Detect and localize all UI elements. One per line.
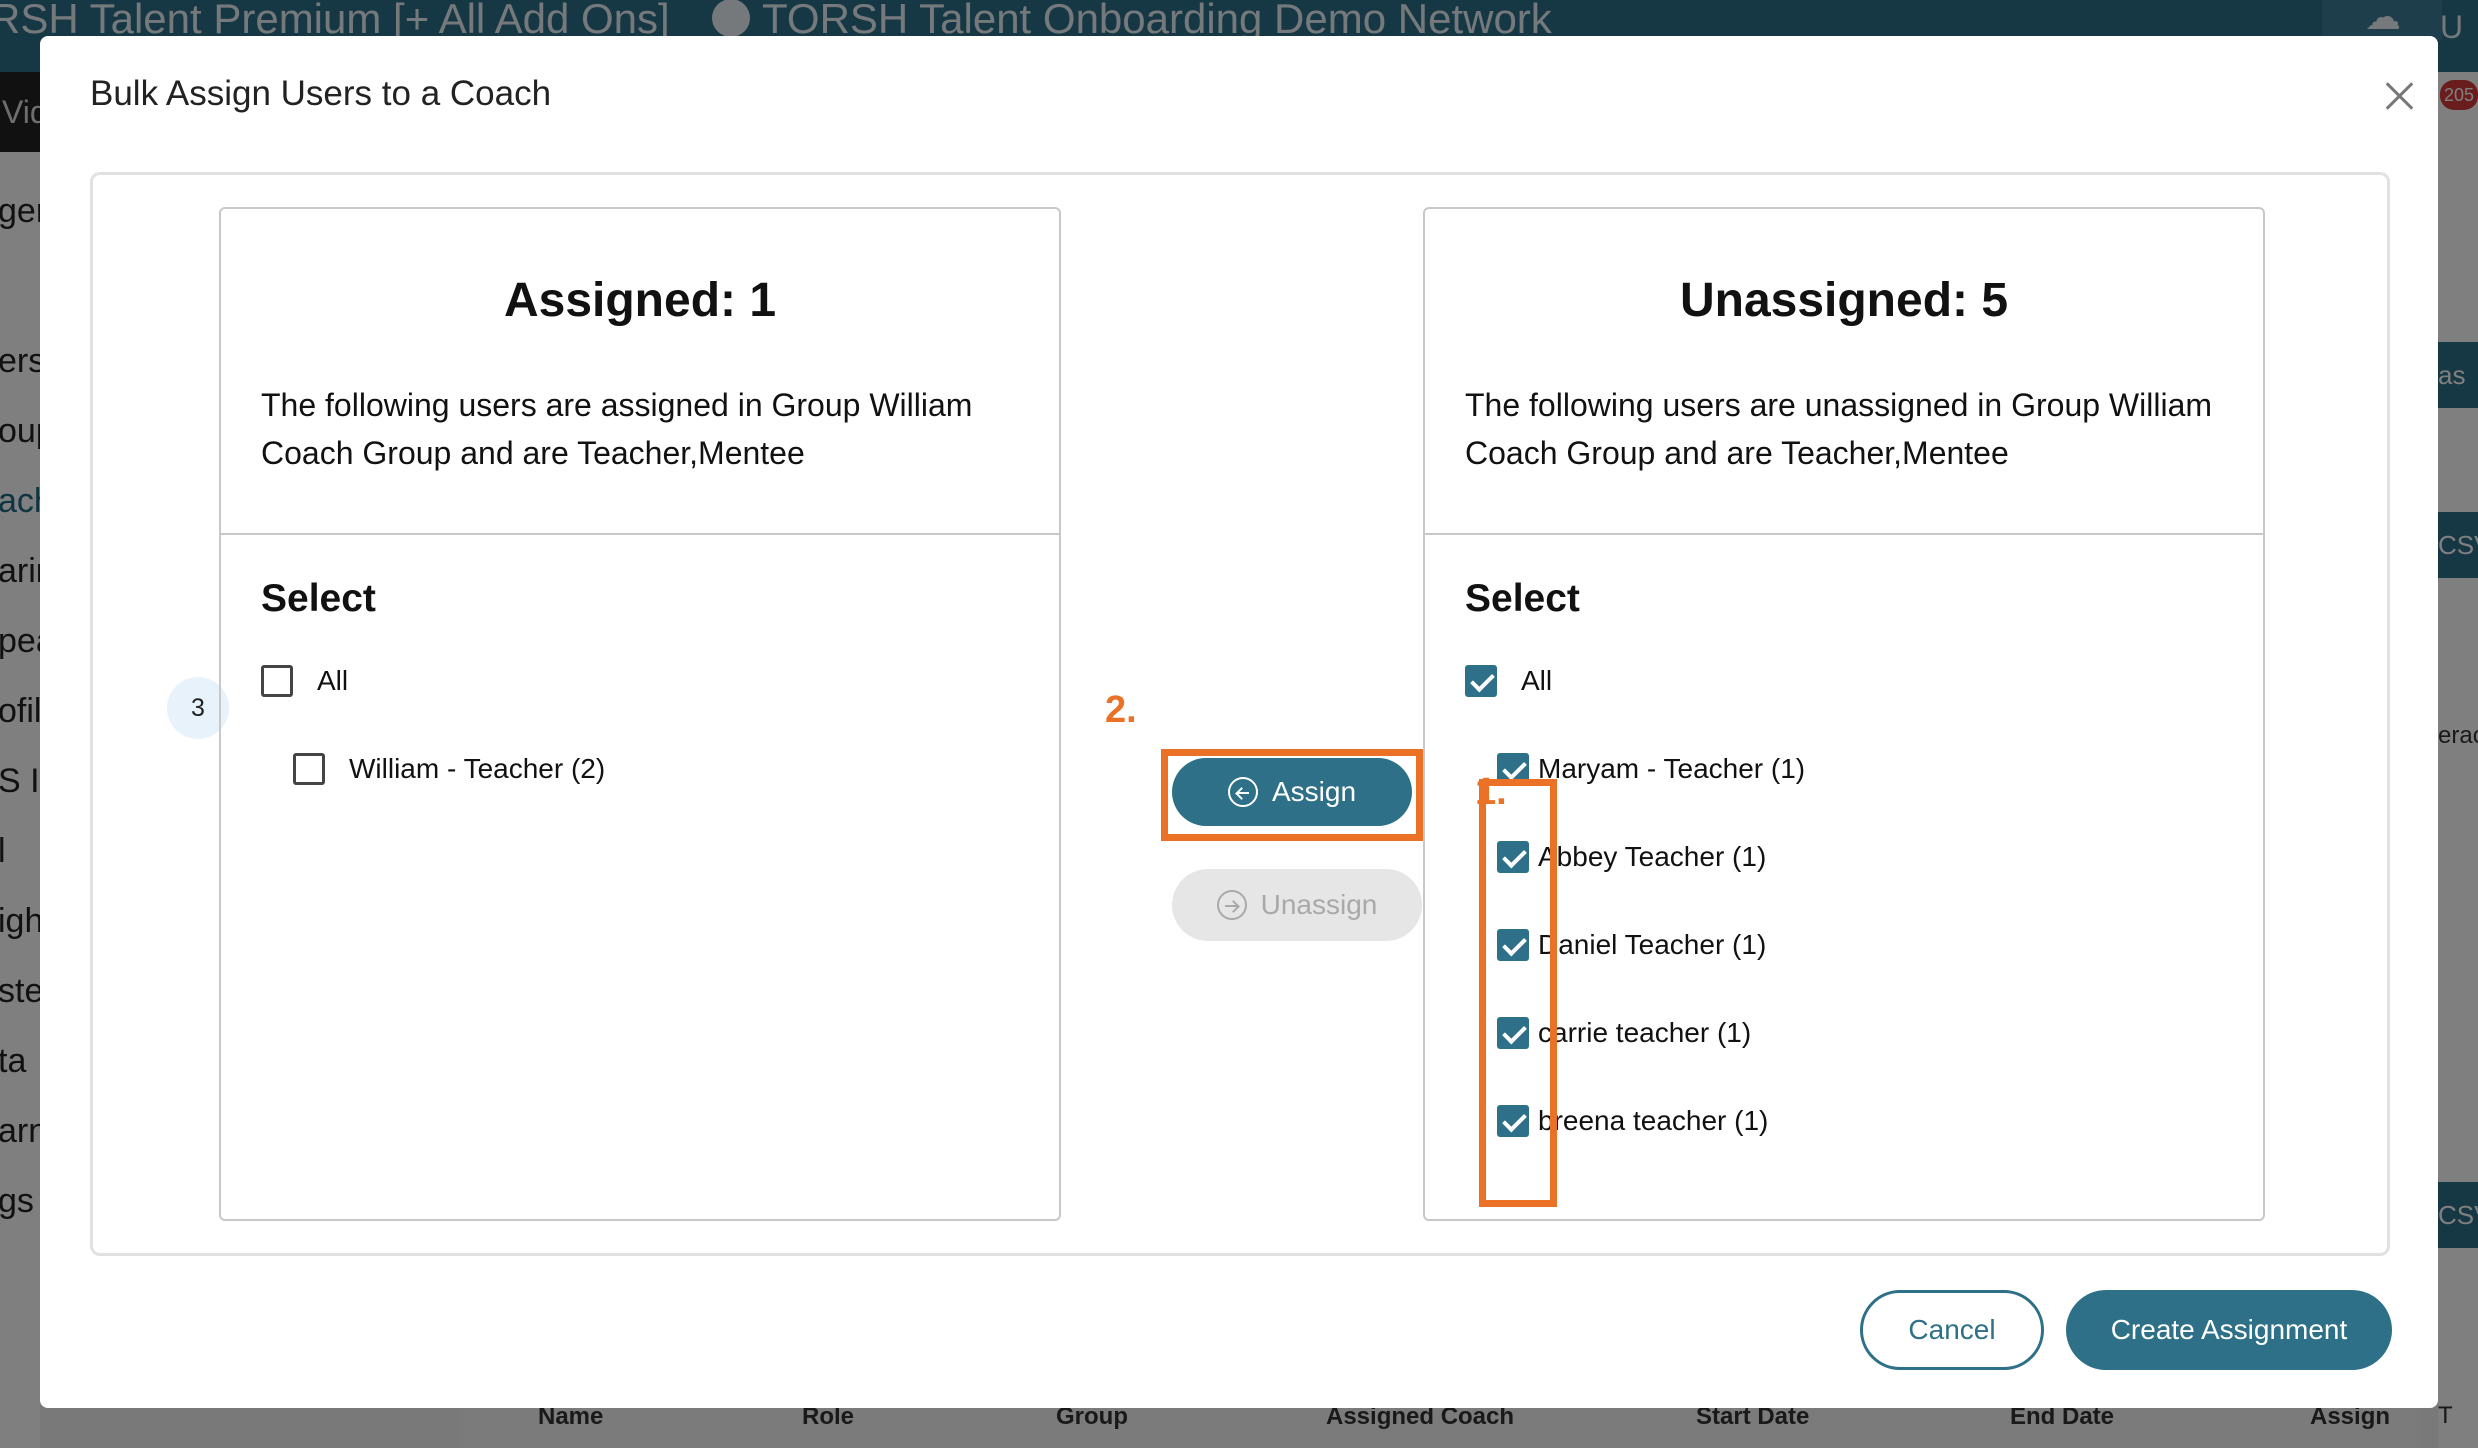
unassigned-user-checkbox[interactable] [1497, 841, 1529, 873]
close-icon[interactable] [2378, 74, 2422, 118]
create-assignment-button[interactable]: Create Assignment [2066, 1290, 2392, 1370]
assigned-select-all[interactable]: All [261, 661, 348, 701]
unassigned-panel: Unassigned: 5 The following users are un… [1423, 207, 2265, 1221]
unassigned-user-label: Maryam - Teacher (1) [1538, 753, 1806, 784]
assign-button[interactable]: Assign [1172, 758, 1412, 826]
assigned-panel: Assigned: 1 The following users are assi… [219, 207, 1061, 1221]
unassigned-all-label: All [1521, 665, 1553, 696]
unassign-button-label: Unassign [1260, 889, 1378, 920]
cancel-button[interactable]: Cancel [1860, 1290, 2044, 1370]
assigned-description: The following users are assigned in Grou… [261, 387, 973, 471]
unassigned-user-label: carrie teacher (1) [1538, 1017, 1752, 1048]
unassigned-user-label: breena teacher (1) [1538, 1105, 1769, 1136]
unassigned-title: Unassigned: 5 [1679, 274, 2009, 327]
assigned-panel-header: Assigned: 1 The following users are assi… [221, 209, 1059, 535]
assigned-user-label: William - Teacher (2) [349, 753, 606, 784]
bulk-assign-modal: Bulk Assign Users to a Coach 3 Assigned:… [40, 36, 2438, 1408]
unassigned-select-all[interactable]: All [1465, 661, 1552, 701]
assigned-user-checkbox[interactable] [293, 753, 325, 785]
assign-button-label: Assign [1271, 776, 1357, 807]
unassigned-panel-header: Unassigned: 5 The following users are un… [1425, 209, 2263, 535]
unassigned-user-row[interactable]: Maryam - Teacher (1) [1497, 749, 1805, 789]
assigned-user-row[interactable]: William - Teacher (2) [293, 749, 605, 789]
unassigned-user-label: Daniel Teacher (1) [1538, 929, 1767, 960]
assigned-title: Assigned: 1 [503, 274, 777, 327]
unassigned-user-row[interactable]: breena teacher (1) [1497, 1101, 1768, 1141]
assigned-select-label: Select [261, 577, 376, 620]
modal-title: Bulk Assign Users to a Coach [90, 74, 552, 113]
unassigned-user-checkbox[interactable] [1497, 1105, 1529, 1137]
unassigned-user-checkbox[interactable] [1497, 1017, 1529, 1049]
annotation-step-1: 1. [1475, 771, 1507, 813]
unassigned-user-row[interactable]: carrie teacher (1) [1497, 1013, 1751, 1053]
modal-body: 3 Assigned: 1 The following users are as… [90, 172, 2390, 1256]
annotation-step-2: 2. [1105, 689, 1137, 731]
unassigned-all-checkbox[interactable] [1465, 665, 1497, 697]
unassigned-description: The following users are unassigned in Gr… [1465, 387, 2213, 471]
arrow-left-circle-icon [1227, 777, 1258, 807]
unassigned-user-label: Abbey Teacher (1) [1538, 841, 1767, 872]
unassign-button[interactable]: Unassign [1172, 869, 1422, 941]
assigned-all-checkbox[interactable] [261, 665, 293, 697]
unassigned-user-row[interactable]: Abbey Teacher (1) [1497, 837, 1766, 877]
unassigned-select-label: Select [1465, 577, 1580, 620]
assigned-all-label: All [317, 665, 349, 696]
unassigned-user-checkbox[interactable] [1497, 929, 1529, 961]
unassigned-user-row[interactable]: Daniel Teacher (1) [1497, 925, 1766, 965]
arrow-right-circle-icon [1216, 890, 1247, 920]
